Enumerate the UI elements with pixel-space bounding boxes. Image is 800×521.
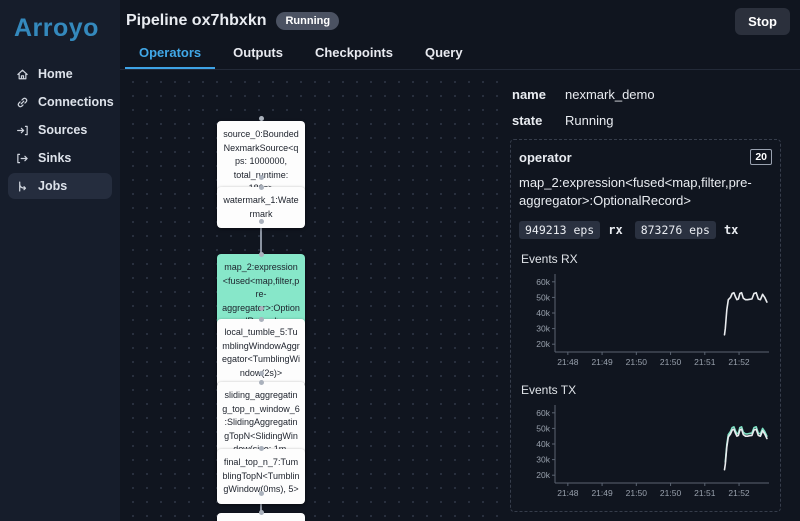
detail-label: state	[512, 113, 543, 128]
svg-text:21:48: 21:48	[557, 488, 579, 498]
sidebar-item-label: Sources	[38, 123, 88, 137]
jobs-icon	[19, 180, 27, 192]
tx-eps-badge: 873276 eps	[634, 221, 716, 240]
connections-icon	[17, 97, 28, 107]
rx-label: rx	[608, 223, 623, 238]
svg-text:20k: 20k	[536, 340, 550, 350]
svg-text:21:49: 21:49	[591, 488, 613, 498]
operator-card: operator 20 map_2:expression<fused<map,f…	[510, 139, 781, 513]
tab-operators[interactable]: Operators	[125, 42, 216, 69]
svg-text:60k: 60k	[536, 277, 550, 287]
sidebar-item-connections[interactable]: Connections	[8, 89, 114, 115]
svg-text:60k: 60k	[536, 408, 550, 418]
node-handle	[258, 446, 264, 451]
parallelism-badge: 20	[750, 149, 772, 165]
svg-text:30k: 30k	[536, 324, 550, 334]
svg-text:21:50: 21:50	[626, 357, 648, 367]
events-rx-title: Events RX	[521, 252, 578, 267]
node-handle	[258, 306, 264, 311]
operator-card-title: operator	[519, 149, 572, 165]
tx-label: tx	[723, 223, 739, 238]
sidebar-item-sources[interactable]: Sources	[8, 117, 112, 143]
node-handle	[258, 116, 264, 121]
events-tx-chart: 20k 30k 40k 50k 60k 21:48 21:49 21:50 21:50 21:51…	[536, 405, 769, 498]
operator-description: map_2:expression<fused<map,filter,pre-ag…	[519, 175, 752, 209]
svg-text:21:50: 21:50	[660, 357, 682, 367]
node-handle	[258, 252, 264, 257]
detail-value: nexmark_demo	[565, 87, 655, 102]
node-handle	[258, 185, 264, 190]
svg-text:30k: 30k	[536, 455, 550, 465]
node-handle	[258, 317, 264, 322]
sidebar-item-label: Home	[38, 67, 73, 81]
tab-checkpoints[interactable]: Checkpoints	[301, 42, 407, 69]
svg-text:21:52: 21:52	[728, 357, 750, 367]
sidebar-item-label: Jobs	[38, 179, 68, 193]
detail-row-state: state Running	[510, 113, 800, 128]
details-panel: name nexmark_demo state Running operator…	[500, 71, 800, 521]
node-handle	[258, 380, 264, 385]
tab-outputs[interactable]: Outputs	[219, 42, 297, 69]
sidebar-item-jobs[interactable]: Jobs	[8, 173, 112, 199]
svg-text:40k: 40k	[536, 308, 550, 318]
main-area: Pipeline ox7hbxkn Running Stop Operators…	[120, 0, 800, 521]
sidebar-item-home[interactable]: Home	[8, 61, 112, 87]
detail-value: Running	[565, 113, 614, 128]
node-handle	[258, 371, 264, 376]
node-handle	[258, 175, 264, 180]
pipeline-canvas[interactable]: source_0:BoundedNexmarkSource<qps: 10000…	[120, 71, 500, 521]
svg-text:21:51: 21:51	[694, 488, 716, 498]
node-handle	[258, 219, 264, 224]
graph-node-local-tumble-5[interactable]: local_tumble_5:TumblingWindowAggregator<…	[217, 319, 305, 387]
tab-bar: Operators Outputs Checkpoints Query	[120, 42, 800, 70]
sinks-icon	[17, 153, 28, 163]
arroyo-logo[interactable]: Arroyo	[0, 0, 120, 43]
svg-text:21:48: 21:48	[557, 357, 579, 367]
status-badge: Running	[276, 12, 340, 30]
page-title: Pipeline ox7hbxkn	[126, 12, 267, 29]
svg-text:50k: 50k	[536, 424, 550, 434]
sources-icon	[17, 125, 28, 135]
events-rx-chart: 20k 30k 40k 50k 60k 21:48 21:49 21:50 21:50 21:51…	[536, 274, 769, 367]
svg-text:40k: 40k	[536, 439, 550, 449]
sidebar-item-sinks[interactable]: Sinks	[8, 145, 112, 171]
svg-text:21:50: 21:50	[626, 488, 648, 498]
svg-text:20k: 20k	[536, 471, 550, 481]
detail-label: name	[512, 87, 546, 102]
node-handle	[258, 491, 264, 496]
tab-query[interactable]: Query	[411, 42, 477, 69]
svg-text:50k: 50k	[536, 293, 550, 303]
rx-eps-badge: 949213 eps	[519, 221, 601, 240]
svg-text:21:49: 21:49	[591, 357, 613, 367]
home-icon	[17, 69, 28, 79]
node-handle	[258, 510, 264, 515]
sidebar-item-label: Sinks	[38, 151, 72, 165]
events-tx-title: Events TX	[521, 383, 577, 398]
svg-text:21:52: 21:52	[728, 488, 750, 498]
sidebar: Arroyo Home Connections Sources Sinks Jo…	[0, 0, 120, 521]
svg-text:21:50: 21:50	[660, 488, 682, 498]
stop-button[interactable]: Stop	[735, 7, 790, 35]
sidebar-item-label: Connections	[38, 95, 114, 109]
svg-text:21:51: 21:51	[694, 357, 716, 367]
page-header: Pipeline ox7hbxkn Running Stop	[120, 0, 800, 42]
detail-row-name: name nexmark_demo	[510, 87, 800, 102]
